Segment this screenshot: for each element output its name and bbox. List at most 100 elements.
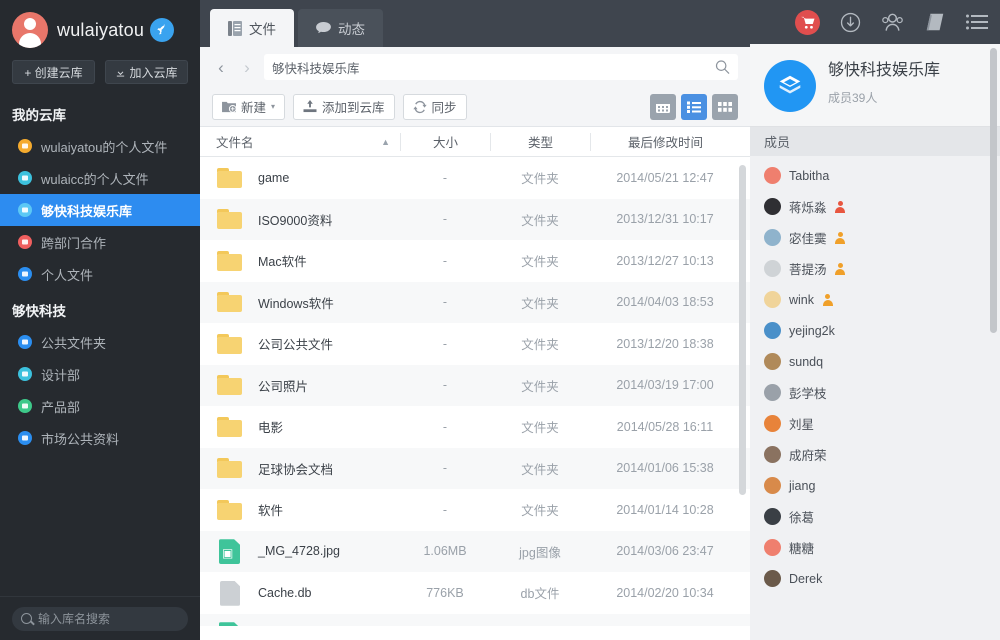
list-item[interactable]: 徐葛 (750, 501, 1000, 532)
avatar (764, 260, 781, 277)
file-list-scrollbar[interactable] (739, 165, 746, 495)
avatar (764, 508, 781, 525)
file-type: 文件夹 (490, 210, 590, 229)
table-row[interactable]: Mac软件-文件夹2013/12/27 10:13 (200, 240, 750, 282)
table-row[interactable]: Cache.db776KBdb文件2014/02/20 10:34 (200, 572, 750, 614)
list-item[interactable]: jiang (750, 470, 1000, 501)
search-icon[interactable] (715, 60, 730, 75)
add-to-library-button[interactable]: 添加到云库 (293, 94, 395, 120)
list-item[interactable]: 蒋烁淼 (750, 191, 1000, 222)
chevron-down-icon: ▾ (271, 102, 275, 111)
image-file-icon (216, 538, 244, 564)
sidebar-item-wulaiyatou-personal[interactable]: wulaiyatou的个人文件 (0, 130, 200, 162)
chevron-right-icon[interactable]: › (236, 56, 258, 78)
list-item[interactable]: 宓佳霙 (750, 222, 1000, 253)
column-header-type[interactable]: 类型 (490, 133, 590, 151)
table-row[interactable]: 软件-文件夹2014/01/14 10:28 (200, 489, 750, 531)
table-row[interactable]: ISO9000资料-文件夹2013/12/31 10:17 (200, 199, 750, 241)
transfer-icon[interactable] (840, 12, 861, 33)
folder-icon (216, 165, 244, 191)
file-modified: 2014/01/06 15:38 (590, 461, 740, 475)
list-item[interactable]: 糖糖 (750, 532, 1000, 563)
sidebar-item-product-dept[interactable]: 产品部 (0, 390, 200, 422)
column-header-size[interactable]: 大小 (400, 133, 490, 151)
table-row[interactable]: 公司照片-文件夹2014/03/19 17:00 (200, 365, 750, 407)
user-avatar[interactable] (12, 12, 48, 48)
library-name: 够快科技娱乐库 (828, 60, 940, 82)
file-type: 文件夹 (490, 251, 590, 270)
arrow-down-icon (115, 67, 126, 78)
admin-badge-icon (835, 263, 846, 274)
create-library-button[interactable]: + 创建云库 (12, 60, 95, 84)
table-row[interactable]: 电影-文件夹2014/05/28 16:11 (200, 406, 750, 448)
member-name: Tabitha (789, 169, 829, 183)
library-member-count: 成员39人 (828, 89, 940, 106)
group-icon[interactable] (881, 12, 904, 32)
list-item[interactable]: 刘星 (750, 408, 1000, 439)
breadcrumb-path-input[interactable]: 够快科技娱乐库 (264, 54, 738, 80)
file-modified: 2013/12/31 10:17 (590, 212, 740, 226)
table-row[interactable]: game-文件夹2014/05/21 12:47 (200, 157, 750, 199)
file-name: Mac软件 (258, 251, 307, 270)
file-type: 文件夹 (490, 500, 590, 519)
sidebar-item-design-dept[interactable]: 设计部 (0, 358, 200, 390)
user-name: wulaiyatou (57, 20, 144, 41)
sidebar-item-market-public[interactable]: 市场公共资料 (0, 422, 200, 454)
chevron-left-icon[interactable]: ‹ (210, 56, 232, 78)
table-row[interactable]: 足球协会文档-文件夹2014/01/06 15:38 (200, 448, 750, 490)
table-row[interactable]: image_2014_05_08_10...1.1MBjpg图像2014/05/… (200, 614, 750, 627)
member-name: Derek (789, 572, 822, 586)
table-row[interactable]: 公司公共文件-文件夹2013/12/20 18:38 (200, 323, 750, 365)
library-dot-icon (18, 399, 32, 413)
sidebar-group-title-org: 够快科技 (0, 290, 200, 326)
list-item[interactable]: Derek (750, 563, 1000, 594)
sidebar-item-label: 设计部 (41, 365, 80, 384)
tab-files[interactable]: 文件 (210, 9, 294, 47)
sidebar-item-cross-department[interactable]: 跨部门合作 (0, 226, 200, 258)
user-block[interactable]: wulaiyatou (0, 0, 200, 56)
sidebar-item-goukuai-entertainment[interactable]: 够快科技娱乐库 (0, 194, 200, 226)
table-row[interactable]: Windows软件-文件夹2014/04/03 18:53 (200, 282, 750, 324)
sidebar-item-wulaicc-personal[interactable]: wulaicc的个人文件 (0, 162, 200, 194)
list-item[interactable]: 菩提汤 (750, 253, 1000, 284)
avatar (764, 477, 781, 494)
join-library-button[interactable]: 加入云库 (105, 60, 188, 84)
library-search-input[interactable]: 输入库名搜索 (12, 607, 188, 631)
menu-icon[interactable] (966, 14, 988, 30)
member-name: 宓佳霙 (789, 228, 827, 247)
file-size: - (400, 378, 490, 392)
members-list: Tabitha 蒋烁淼 宓佳霙 菩提汤 wink yejing2k sundq … (750, 156, 1000, 594)
sidebar-item-public-folder[interactable]: 公共文件夹 (0, 326, 200, 358)
tab-bar: 文件 动态 (200, 0, 750, 47)
view-detail-button[interactable] (650, 94, 676, 120)
list-item[interactable]: Tabitha (750, 160, 1000, 191)
members-scrollbar[interactable] (990, 48, 997, 333)
view-list-button[interactable] (681, 94, 707, 120)
view-thumbnail-button[interactable] (712, 94, 738, 120)
member-name: sundq (789, 355, 823, 369)
sync-button[interactable]: 同步 (403, 94, 467, 120)
list-item[interactable]: sundq (750, 346, 1000, 377)
new-folder-icon (222, 100, 236, 113)
table-row[interactable]: _MG_4728.jpg1.06MBjpg图像2014/03/06 23:47 (200, 531, 750, 573)
list-item[interactable]: wink (750, 284, 1000, 315)
members-header: 成员 (750, 126, 1000, 156)
right-panel: 够快科技娱乐库 成员39人 成员 Tabitha 蒋烁淼 宓佳霙 菩提汤 win… (750, 0, 1000, 640)
column-header-modified[interactable]: 最后修改时间 (590, 133, 740, 151)
rocket-icon[interactable] (150, 18, 174, 42)
list-item[interactable]: 成府荣 (750, 439, 1000, 470)
file-size: - (400, 337, 490, 351)
image-file-icon (216, 621, 244, 626)
file-size: 776KB (400, 586, 490, 600)
new-button[interactable]: 新建 ▾ (212, 94, 285, 120)
avatar (764, 198, 781, 215)
cart-icon[interactable] (795, 10, 820, 35)
book-icon[interactable] (924, 12, 946, 32)
list-item[interactable]: 彭学枝 (750, 377, 1000, 408)
sidebar-item-personal-files[interactable]: 个人文件 (0, 258, 200, 290)
tab-activity[interactable]: 动态 (298, 9, 383, 47)
list-item[interactable]: yejing2k (750, 315, 1000, 346)
file-modified: 2014/04/03 18:53 (590, 295, 740, 309)
column-header-name[interactable]: 文件名 ▲ (200, 132, 400, 151)
avatar (764, 570, 781, 587)
